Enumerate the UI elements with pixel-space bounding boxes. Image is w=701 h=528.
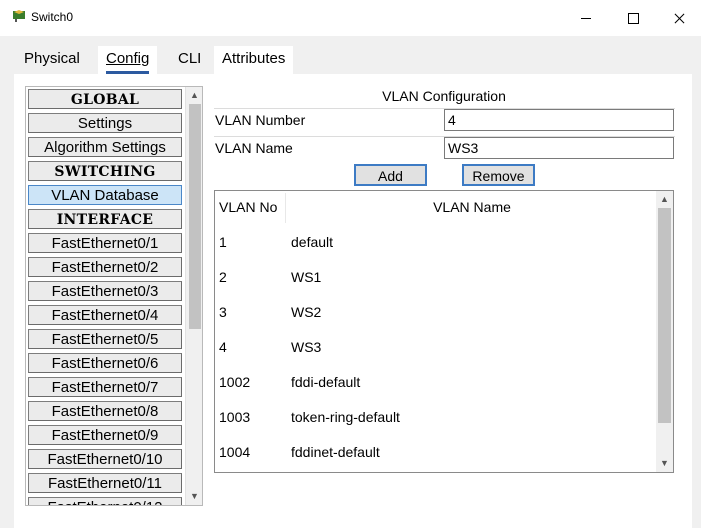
table-row[interactable]: 3 WS2 [215, 304, 657, 339]
minimize-button[interactable] [564, 4, 610, 32]
tab-physical[interactable]: Physical [16, 46, 88, 74]
panel-title: VLAN Configuration [382, 88, 506, 104]
vlan-number-input[interactable] [444, 109, 674, 131]
scroll-down-icon[interactable]: ▼ [656, 455, 673, 472]
table-row[interactable]: 1004 fddinet-default [215, 444, 657, 479]
sidebar-item-fastethernet0-1[interactable]: FastEthernet0/1 [28, 233, 182, 253]
config-sidebar: GLOBAL Settings Algorithm Settings SWITCHIN… [25, 86, 203, 506]
sidebar-item-fastethernet0-9[interactable]: FastEthernet0/9 [28, 425, 182, 445]
sidebar-item-vlan-database[interactable]: VLAN Database [28, 185, 182, 205]
tab-attributes[interactable]: Attributes [214, 46, 294, 74]
vlan-name-label: VLAN Name [215, 140, 293, 156]
column-divider [285, 193, 286, 223]
tab-cli[interactable]: CLI [170, 46, 209, 74]
title-bar: Switch0 [0, 0, 701, 36]
close-button[interactable] [656, 4, 701, 32]
vlan-no-cell: 1004 [219, 444, 251, 460]
tab-config[interactable]: Config [98, 46, 158, 74]
tab-label: Attributes [222, 50, 286, 67]
sidebar-scrollbar[interactable]: ▲ ▼ [185, 87, 202, 505]
sidebar-item-fastethernet0-3[interactable]: FastEthernet0/3 [28, 281, 182, 301]
vlan-name-cell: fddinet-default [291, 444, 380, 460]
table-row[interactable]: 1 default [215, 234, 657, 269]
scroll-up-icon[interactable]: ▲ [656, 191, 673, 208]
vlan-name-cell: default [291, 234, 334, 250]
window-title: Switch0 [31, 10, 74, 24]
sidebar-item-algorithm-settings[interactable]: Algorithm Settings [28, 137, 182, 157]
sidebar-item-fastethernet0-7[interactable]: FastEthernet0/7 [28, 377, 182, 397]
sidebar-item-fastethernet0-2[interactable]: FastEthernet0/2 [28, 257, 182, 277]
table-row[interactable]: 2 WS1 [215, 269, 657, 304]
vlan-no-cell: 1003 [219, 409, 251, 425]
window-body: Physical Config CLI Attributes GLOBAL Set… [0, 36, 701, 528]
vlan-no-cell: 3 [219, 304, 227, 320]
add-button[interactable]: Add [354, 164, 427, 186]
scroll-up-icon[interactable]: ▲ [186, 87, 202, 104]
sidebar-header-switching: SWITCHING [28, 161, 182, 181]
tab-label: CLI [178, 50, 202, 67]
table-row[interactable]: 1003 token-ring-default [215, 409, 657, 444]
config-content: GLOBAL Settings Algorithm Settings SWITCHIN… [14, 74, 693, 528]
vlan-name-cell: token-ring-default [291, 409, 400, 425]
vlan-name-cell: fddi-default [291, 374, 361, 390]
vlan-name-row: VLAN Name [214, 136, 675, 161]
sidebar-header-global: GLOBAL [28, 89, 182, 109]
vlan-name-cell: WS2 [291, 304, 322, 320]
scrollbar-thumb[interactable] [658, 208, 671, 423]
col-header-vlan-no: VLAN No [219, 199, 278, 215]
vlan-no-cell: 4 [219, 339, 227, 355]
table-scrollbar[interactable]: ▲ ▼ [656, 191, 673, 472]
sidebar-item-fastethernet0-11[interactable]: FastEthernet0/11 [28, 473, 182, 493]
vlan-no-cell: 1002 [219, 374, 251, 390]
vlan-name-cell: WS1 [291, 269, 322, 285]
vlan-number-label: VLAN Number [215, 112, 306, 128]
sidebar-item-fastethernet0-6[interactable]: FastEthernet0/6 [28, 353, 182, 373]
vlan-number-row: VLAN Number [214, 108, 675, 133]
col-header-vlan-name: VLAN Name [433, 199, 511, 215]
vlan-no-cell: 2 [219, 269, 227, 285]
vlan-name-cell: WS3 [291, 339, 322, 355]
sidebar-item-fastethernet0-10[interactable]: FastEthernet0/10 [28, 449, 182, 469]
table-row[interactable]: 4 WS3 [215, 339, 657, 374]
switch-app-icon [13, 10, 25, 22]
tab-label: Physical [24, 50, 80, 67]
vlan-no-cell: 1 [219, 234, 227, 250]
window-edge [692, 36, 701, 528]
sidebar-item-fastethernet0-8[interactable]: FastEthernet0/8 [28, 401, 182, 421]
maximize-button[interactable] [610, 4, 656, 32]
sidebar-item-fastethernet0-4[interactable]: FastEthernet0/4 [28, 305, 182, 325]
scrollbar-thumb[interactable] [189, 104, 201, 329]
sidebar-item-settings[interactable]: Settings [28, 113, 182, 133]
remove-button[interactable]: Remove [462, 164, 535, 186]
table-row[interactable]: 1002 fddi-default [215, 374, 657, 409]
sidebar-item-fastethernet0-5[interactable]: FastEthernet0/5 [28, 329, 182, 349]
vlan-table: VLAN No VLAN Name 1 default 2 WS1 3 WS2 4 WS3 10… [214, 190, 674, 473]
scroll-down-icon[interactable]: ▼ [186, 488, 202, 505]
sidebar-header-interface: INTERFACE [28, 209, 182, 229]
vlan-name-input[interactable] [444, 137, 674, 159]
tab-label: Config [106, 50, 150, 67]
sidebar-item-fastethernet0-12[interactable]: FastEthernet0/12 [28, 497, 182, 505]
